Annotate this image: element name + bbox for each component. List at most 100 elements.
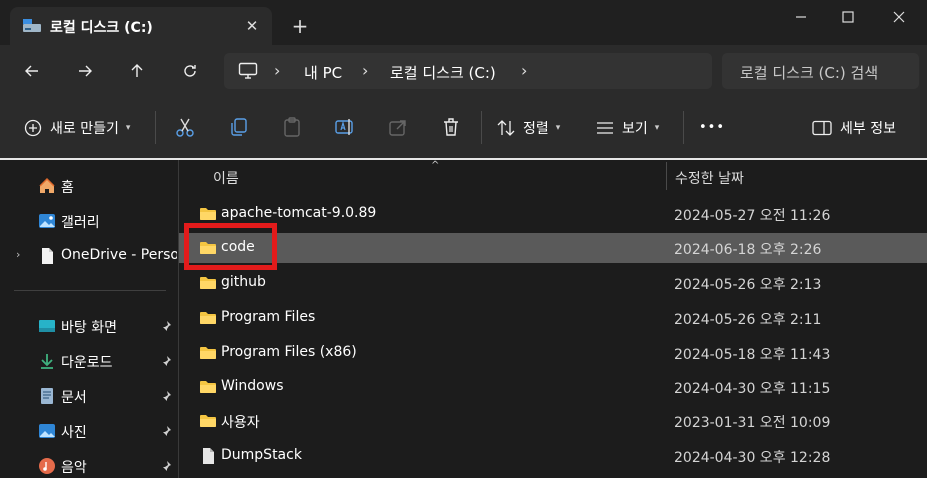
column-resize-handle[interactable] (666, 162, 667, 190)
navigation-pane: 홈 갤러리 › OneDrive - Persona 바탕 화면 다운로드 문서 (0, 160, 178, 478)
breadcrumb-local-disk[interactable]: 로컬 디스크 (C:) (390, 62, 496, 83)
sidebar-item-pictures[interactable]: 사진 (0, 414, 178, 448)
file-row-windows[interactable]: Windows 2024-04-30 오후 11:15 (179, 372, 927, 402)
pin-icon[interactable] (158, 319, 172, 333)
chevron-down-icon: ▾ (125, 122, 131, 133)
file-date: 2024-05-27 오전 11:26 (674, 208, 831, 224)
folder-icon (199, 345, 217, 361)
chevron-right-icon[interactable]: › (521, 61, 527, 80)
new-tab-button[interactable]: + (288, 14, 312, 38)
command-bar: 새로 만들기 ▾ 정렬 ▾ 보기 ▾ ••• 세부 정보 (0, 97, 927, 158)
column-header-name[interactable]: 이름 (213, 168, 239, 188)
file-row-users[interactable]: 사용자 2023-01-31 오전 10:09 (179, 406, 927, 436)
chevron-right-icon[interactable]: › (362, 61, 368, 80)
file-list: ^ 이름 수정한 날짜 apache-tomcat-9.0.89 2024-05… (179, 160, 927, 478)
sidebar-item-label: 갤러리 (61, 215, 100, 231)
search-box[interactable]: 로컬 디스크 (C:) 검색 (722, 53, 919, 89)
chevron-right-icon[interactable]: › (16, 248, 20, 261)
address-bar[interactable]: › 내 PC › 로컬 디스크 (C:) › (224, 53, 712, 89)
scissors-icon (176, 118, 194, 137)
pin-icon[interactable] (158, 354, 172, 368)
sidebar-item-label: 바탕 화면 (61, 320, 117, 336)
trash-icon (444, 118, 458, 136)
sidebar-item-label: 문서 (61, 390, 87, 406)
file-row-github[interactable]: github 2024-05-26 오후 2:13 (179, 268, 927, 298)
refresh-button[interactable] (175, 57, 205, 85)
home-icon (38, 177, 56, 195)
paste-button[interactable] (279, 114, 305, 140)
sidebar-item-home[interactable]: 홈 (0, 169, 178, 203)
forward-button[interactable] (70, 57, 100, 85)
sort-icon (497, 119, 515, 136)
file-date: 2024-04-30 오후 12:28 (674, 450, 831, 466)
folder-icon (199, 413, 217, 429)
cut-button[interactable] (172, 114, 198, 140)
back-button[interactable] (17, 57, 47, 85)
pin-icon[interactable] (158, 459, 172, 473)
breadcrumb-my-pc[interactable]: 내 PC (304, 62, 342, 83)
arrow-right-icon (79, 65, 92, 77)
column-header-date[interactable]: 수정한 날짜 (675, 168, 744, 188)
file-name: DumpStack (221, 447, 302, 463)
maximize-icon (842, 11, 854, 23)
file-row-dumpstack[interactable]: DumpStack 2024-04-30 오후 12:28 (179, 441, 927, 471)
sidebar-item-music[interactable]: 음악 (0, 449, 178, 478)
details-pane-button[interactable]: 세부 정보 (812, 97, 896, 158)
toolbar-divider (481, 111, 482, 144)
pin-icon[interactable] (158, 389, 172, 403)
sidebar-item-downloads[interactable]: 다운로드 (0, 344, 178, 378)
rename-button[interactable] (332, 114, 358, 140)
monitor-icon (238, 62, 258, 80)
sidebar-item-gallery[interactable]: 갤러리 (0, 204, 178, 238)
column-header-row: ^ 이름 수정한 날짜 (179, 160, 927, 194)
file-row-apache-tomcat[interactable]: apache-tomcat-9.0.89 2024-05-27 오전 11:26 (179, 199, 927, 229)
file-row-program-files[interactable]: Program Files 2024-05-26 오후 2:11 (179, 303, 927, 333)
file-name: Program Files (x86) (221, 344, 357, 360)
folder-icon (199, 379, 217, 395)
new-button-label: 새로 만들기 (50, 120, 119, 137)
file-name: 사용자 (221, 415, 260, 431)
minimize-button[interactable] (776, 0, 826, 34)
file-name: Program Files (221, 309, 316, 325)
sidebar-item-documents[interactable]: 문서 (0, 379, 178, 413)
file-date: 2024-05-18 오후 11:43 (674, 347, 831, 363)
pictures-icon (38, 422, 56, 440)
file-icon (199, 448, 217, 464)
sort-button-label: 정렬 (523, 120, 549, 137)
file-row-code[interactable]: code 2024-06-18 오후 2:26 (179, 233, 927, 263)
maximize-button[interactable] (823, 0, 873, 34)
download-icon (38, 352, 56, 370)
sidebar-item-onedrive[interactable]: › OneDrive - Persona (0, 239, 178, 273)
gallery-icon (38, 212, 56, 230)
title-bar: 로컬 디스크 (C:) ✕ + (0, 0, 927, 45)
details-pane-label: 세부 정보 (840, 120, 896, 137)
share-button[interactable] (385, 114, 411, 140)
up-button[interactable] (122, 57, 152, 85)
music-icon (38, 457, 56, 475)
new-button[interactable]: 새로 만들기 ▾ (24, 97, 130, 158)
file-name: apache-tomcat-9.0.89 (221, 205, 377, 221)
drive-icon (22, 18, 42, 34)
copy-button[interactable] (226, 114, 252, 140)
chevron-right-icon[interactable]: › (274, 61, 280, 80)
sidebar-divider (14, 290, 166, 291)
file-row-program-files-x86[interactable]: Program Files (x86) 2024-05-18 오후 11:43 (179, 338, 927, 368)
arrow-up-icon (131, 64, 143, 77)
tab-local-disk[interactable]: 로컬 디스크 (C:) ✕ (10, 7, 272, 45)
delete-button[interactable] (438, 114, 464, 140)
close-window-button[interactable] (874, 0, 924, 34)
file-name: Windows (221, 378, 284, 394)
sidebar-item-desktop[interactable]: 바탕 화면 (0, 309, 178, 343)
sort-button[interactable]: 정렬 ▾ (497, 97, 560, 158)
refresh-icon (184, 65, 196, 77)
details-pane-icon (812, 120, 832, 135)
toolbar-divider (155, 111, 156, 144)
clipboard-icon (284, 117, 300, 137)
sidebar-item-label: 다운로드 (61, 355, 113, 371)
more-options-button[interactable]: ••• (699, 97, 725, 158)
pin-icon[interactable] (158, 424, 172, 438)
file-date: 2023-01-31 오전 10:09 (674, 415, 831, 431)
tab-close-icon[interactable]: ✕ (242, 16, 262, 36)
arrow-left-icon (25, 65, 38, 77)
view-button[interactable]: 보기 ▾ (596, 97, 659, 158)
